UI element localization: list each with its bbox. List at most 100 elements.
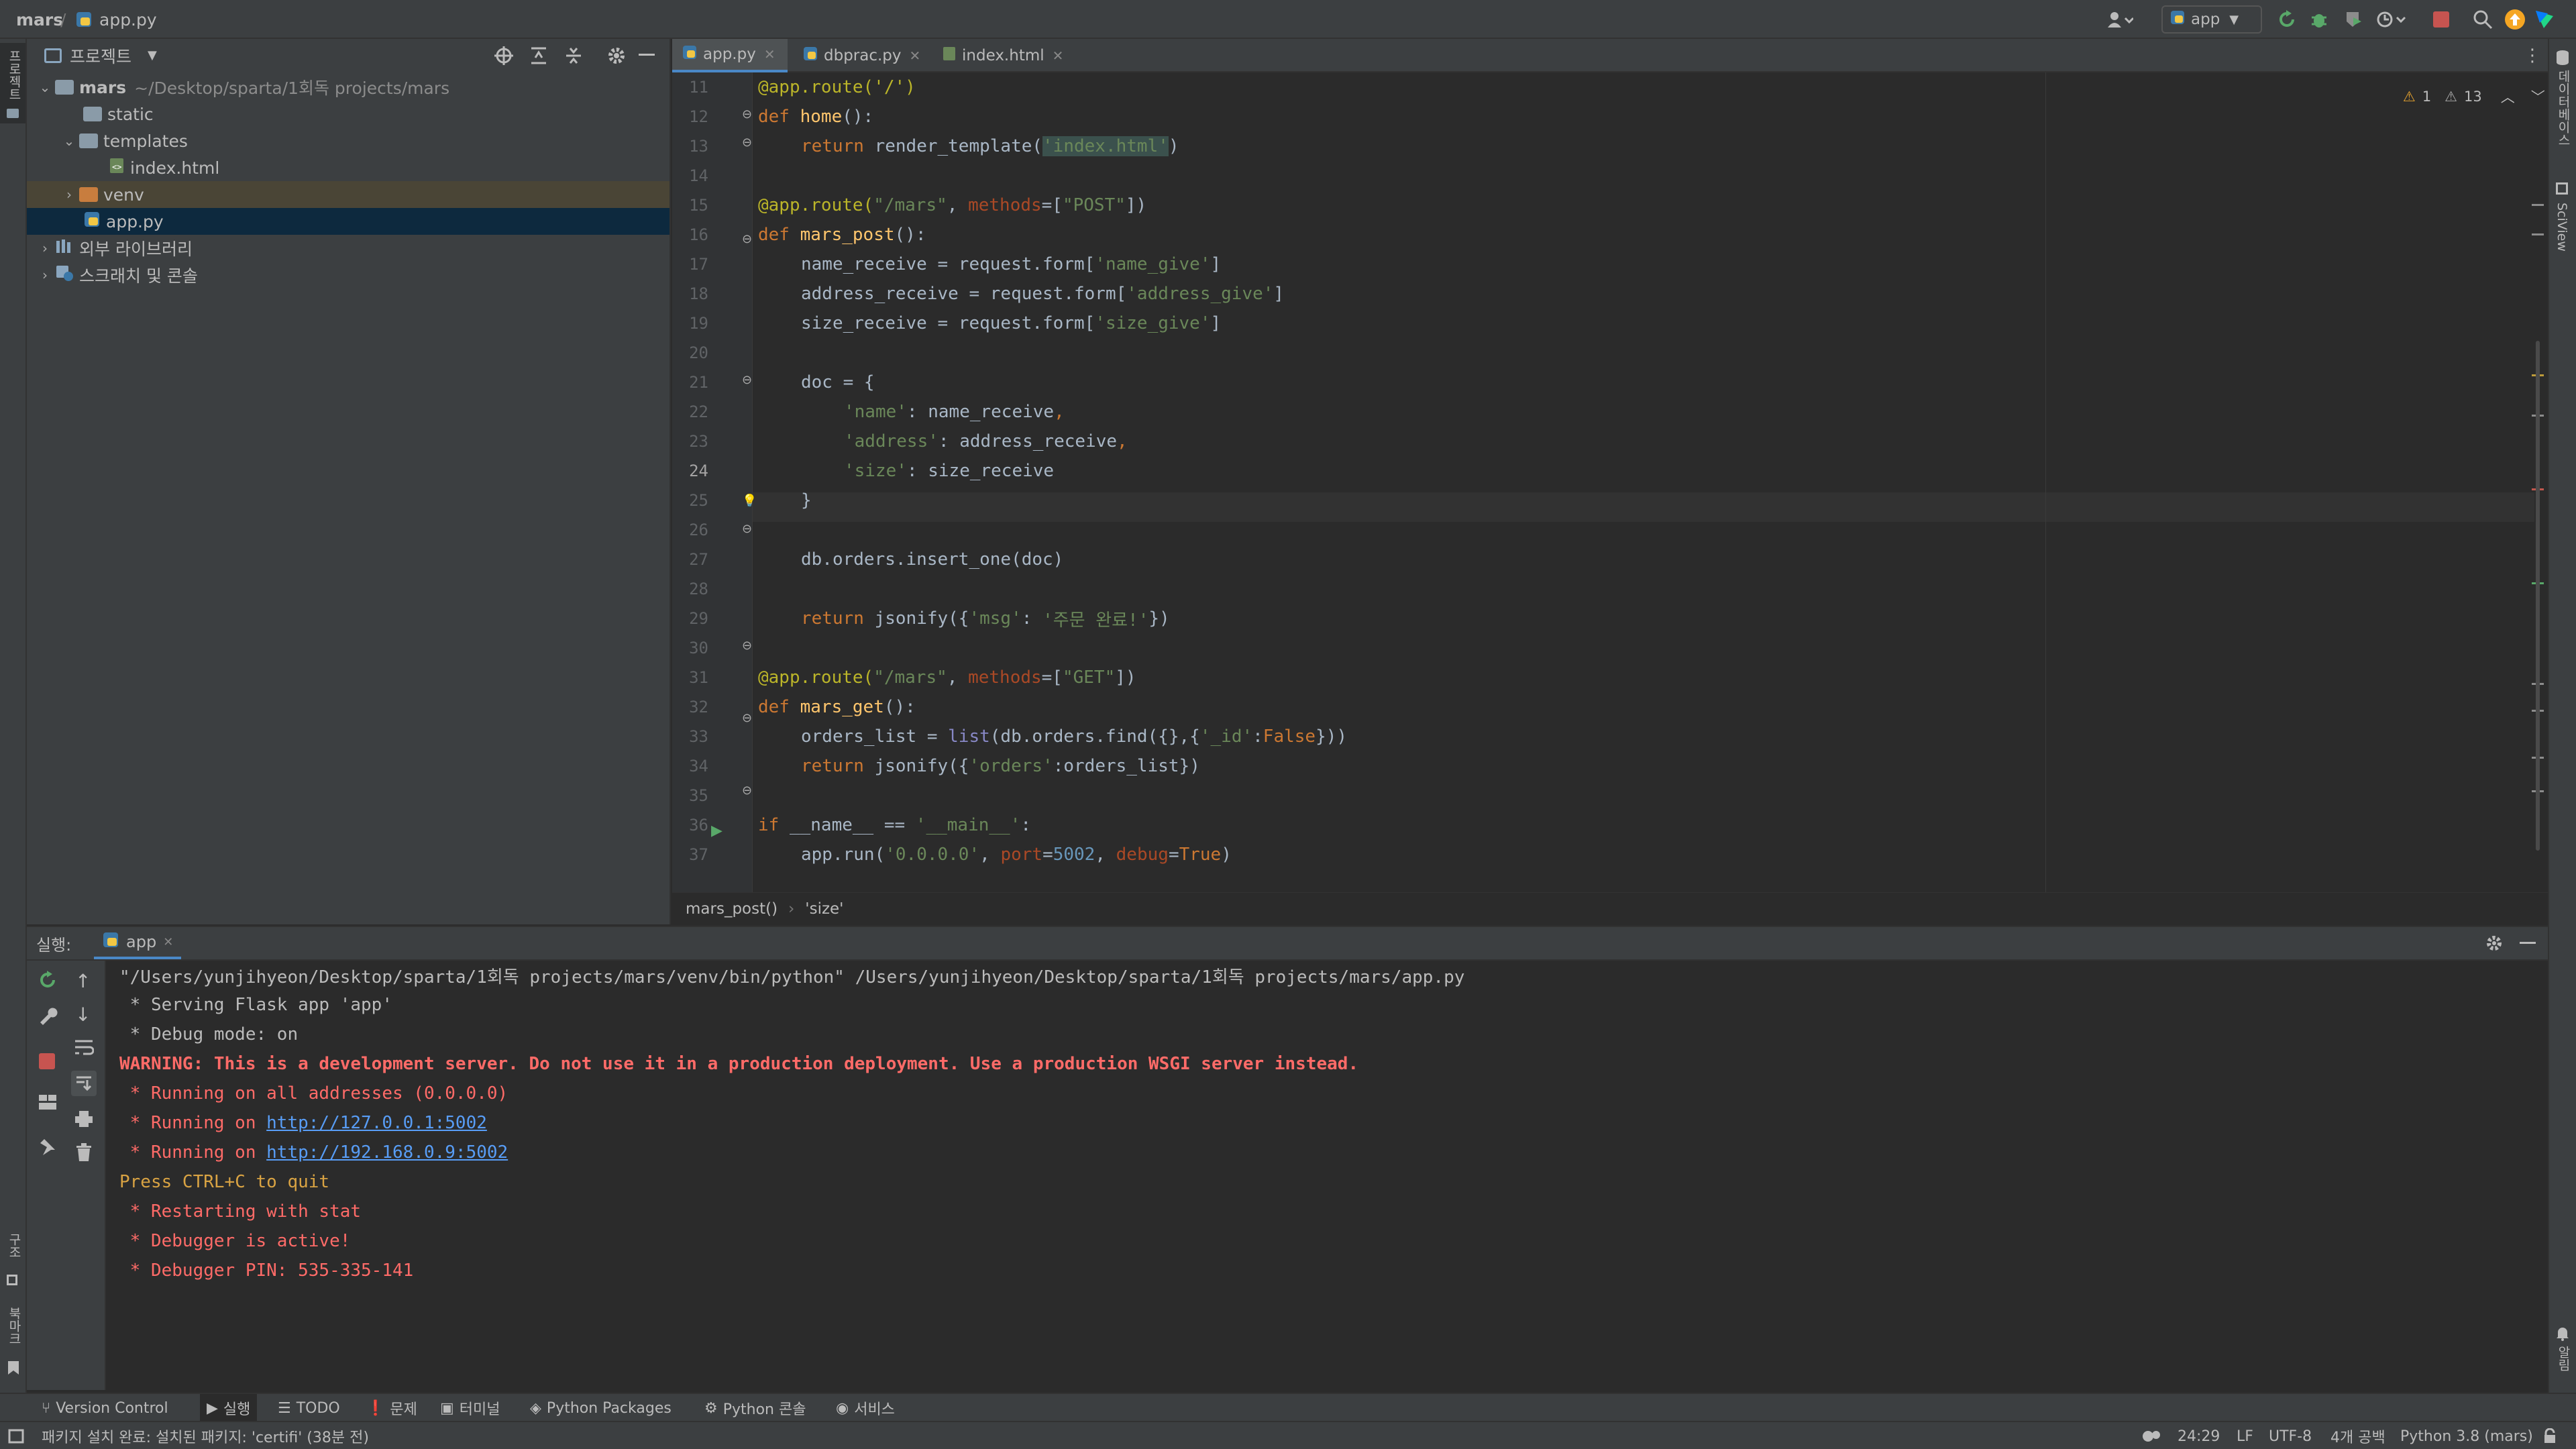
tab-python-packages[interactable]: ◈ Python Packages — [530, 1394, 672, 1422]
code-line-11[interactable]: @app.route('/') — [758, 72, 916, 102]
arrow-up-icon[interactable]: ↑ — [75, 970, 91, 992]
tab-version-control[interactable]: ⑂ Version Control — [42, 1394, 168, 1422]
trash-icon[interactable] — [75, 1143, 93, 1166]
code-line-29[interactable]: return jsonify({'msg': '주문 완료!'}) — [801, 604, 1170, 633]
tab-run[interactable]: ▶ 실행 — [200, 1394, 258, 1422]
structure-tool-button[interactable]: 구조 — [0, 1233, 25, 1293]
tab-todo[interactable]: ☰ TODO — [278, 1394, 340, 1422]
status-panel-icon[interactable] — [8, 1422, 24, 1449]
bookmarks-tool-button[interactable]: 북마크 — [0, 1307, 25, 1381]
tab-services[interactable]: ◉ 서비스 — [836, 1394, 895, 1422]
tab-app-py[interactable]: app.py ✕ — [672, 39, 788, 72]
lock-icon[interactable] — [2542, 1422, 2557, 1449]
sciview-tool-button[interactable]: SciView — [2549, 178, 2576, 266]
database-tool-button[interactable]: 데이터베이스 — [2549, 46, 2576, 166]
code-line-22[interactable]: 'name': name_receive, — [844, 397, 1065, 427]
stop-icon[interactable] — [2427, 5, 2455, 34]
console-link[interactable]: http://192.168.0.9:5002 — [266, 1142, 508, 1163]
intention-bulb-icon[interactable]: 💡 — [742, 494, 757, 508]
sync-icon[interactable] — [2141, 1422, 2161, 1449]
code-line-18[interactable]: address_receive = request.form['address_… — [801, 279, 1284, 309]
code-line-12[interactable]: def home (): — [758, 102, 873, 131]
tree-item-app-py[interactable]: app.py — [27, 208, 669, 235]
file-encoding[interactable]: UTF-8 — [2269, 1422, 2312, 1449]
tab-dbprac-py[interactable]: dbprac.py ✕ — [793, 39, 927, 72]
breadcrumb-file[interactable]: app.py — [99, 0, 157, 39]
fold-icon[interactable]: ⊖ — [742, 373, 752, 387]
tab-problems[interactable]: ❗ 문제 — [366, 1394, 417, 1422]
coverage-icon[interactable] — [2340, 5, 2368, 34]
hide-panel-icon[interactable] — [639, 54, 655, 56]
tree-item-venv[interactable]: › venv — [27, 181, 669, 208]
code-line-15[interactable]: @app.route("/mars", methods =["POST"]) — [758, 191, 1146, 220]
close-icon[interactable]: ✕ — [910, 48, 921, 64]
search-icon[interactable] — [2469, 5, 2497, 34]
fold-icon[interactable]: ⊖ — [742, 711, 752, 725]
code-line-23[interactable]: 'address': address_receive, — [844, 427, 1128, 456]
chevron-up-icon[interactable]: ︿ — [2501, 87, 2515, 107]
locate-icon[interactable] — [494, 46, 514, 70]
hide-panel-icon[interactable] — [2520, 942, 2536, 944]
arrow-down-icon[interactable]: ↓ — [75, 1004, 91, 1026]
fold-icon[interactable]: ⊖ — [742, 784, 752, 798]
tab-python-console[interactable]: ⚙ Python 콘솔 — [704, 1394, 806, 1422]
collapse-all-icon[interactable] — [564, 46, 584, 70]
run-console[interactable]: "/Users/yunjihyeon/Desktop/sparta/1회독 pr… — [106, 961, 2548, 1390]
close-icon[interactable]: ✕ — [764, 46, 775, 62]
tree-item-templates[interactable]: ⌄ templates — [27, 127, 669, 154]
python-interpreter[interactable]: Python 3.8 (mars) — [2400, 1422, 2533, 1449]
chevron-down-icon[interactable]: ⌄ — [59, 133, 79, 149]
fold-icon[interactable]: ⊖ — [742, 639, 752, 653]
indent-setting[interactable]: 4개 공백 — [2330, 1422, 2385, 1449]
inspection-widget[interactable]: ⚠ 1 ⚠ 13 ︿ ﹀ — [2403, 83, 2545, 110]
close-icon[interactable]: ✕ — [163, 935, 173, 949]
fold-icon[interactable]: ⊖ — [742, 107, 752, 121]
line-separator[interactable]: LF — [2237, 1422, 2253, 1449]
notifications-tool-button[interactable]: 알림 — [2549, 1326, 2576, 1393]
fold-icon[interactable]: ⊖ — [742, 136, 752, 150]
chevron-down-icon[interactable]: ▼ — [148, 48, 157, 62]
project-tool-button[interactable]: 프로젝트 — [0, 43, 25, 123]
code-line-13[interactable]: return render_template('index.html') — [801, 131, 1179, 161]
code-line-37[interactable]: app.run('0.0.0.0', port = 5002, debug = True… — [801, 840, 1232, 869]
tree-item-static[interactable]: static — [27, 101, 669, 127]
jetbrains-toolbox-icon[interactable] — [2530, 5, 2559, 34]
breadcrumb-function[interactable]: mars_post() — [686, 900, 777, 918]
project-panel-title[interactable]: 프로젝트 — [70, 39, 131, 72]
code-line-16[interactable]: def mars_post (): — [758, 220, 926, 250]
user-icon[interactable] — [2100, 5, 2140, 34]
rerun-icon[interactable] — [38, 970, 58, 994]
gear-icon[interactable] — [2485, 934, 2504, 957]
more-tabs-icon[interactable]: ⋮ — [2524, 46, 2541, 66]
code-line-24[interactable]: 'size': size_receive — [844, 456, 1054, 486]
breadcrumb-key[interactable]: 'size' — [805, 900, 843, 918]
tab-index-html[interactable]: index.html ✕ — [932, 39, 1073, 72]
update-icon[interactable] — [2501, 5, 2529, 34]
chevron-down-icon[interactable]: ⌄ — [35, 79, 55, 95]
code-line-32[interactable]: def mars_get (): — [758, 692, 916, 722]
print-icon[interactable] — [74, 1110, 94, 1132]
chevron-right-icon[interactable]: › — [59, 186, 79, 203]
fold-icon[interactable]: ⊖ — [742, 232, 752, 246]
code-line-33[interactable]: orders_list = list (db.orders.find({},{'_… — [801, 722, 1347, 751]
code-line-17[interactable]: name_receive = request.form['name_give'] — [801, 250, 1221, 279]
code-line-36[interactable]: if __name__ == '__main__': — [758, 810, 1031, 840]
caret-position[interactable]: 24:29 — [2178, 1422, 2220, 1449]
error-stripe[interactable] — [2532, 126, 2544, 864]
expand-all-icon[interactable] — [529, 46, 549, 70]
chevron-right-icon[interactable]: › — [35, 240, 55, 256]
status-message[interactable]: 패키지 설치 완료: 설치된 패키지: 'certifi' (38분 전) — [42, 1422, 369, 1449]
close-icon[interactable]: ✕ — [1053, 48, 1064, 64]
profile-icon[interactable] — [2372, 5, 2412, 34]
tree-item-mars[interactable]: ⌄ mars ~/Desktop/sparta/1회독 projects/mar… — [27, 74, 669, 101]
layout-icon[interactable] — [38, 1093, 58, 1115]
wrench-icon[interactable] — [38, 1005, 58, 1029]
run-gutter-icon[interactable]: ▶ — [711, 822, 722, 839]
code-line-27[interactable]: db.orders.insert_one(doc) — [801, 545, 1063, 574]
soft-wrap-icon[interactable] — [74, 1038, 95, 1060]
chevron-right-icon[interactable]: › — [35, 267, 55, 283]
scroll-to-end-icon[interactable] — [71, 1071, 97, 1096]
console-link[interactable]: http://127.0.0.1:5002 — [266, 1113, 487, 1133]
tab-terminal[interactable]: ▣ 터미널 — [440, 1394, 500, 1422]
code-line-19[interactable]: size_receive = request.form['size_give'] — [801, 309, 1221, 338]
